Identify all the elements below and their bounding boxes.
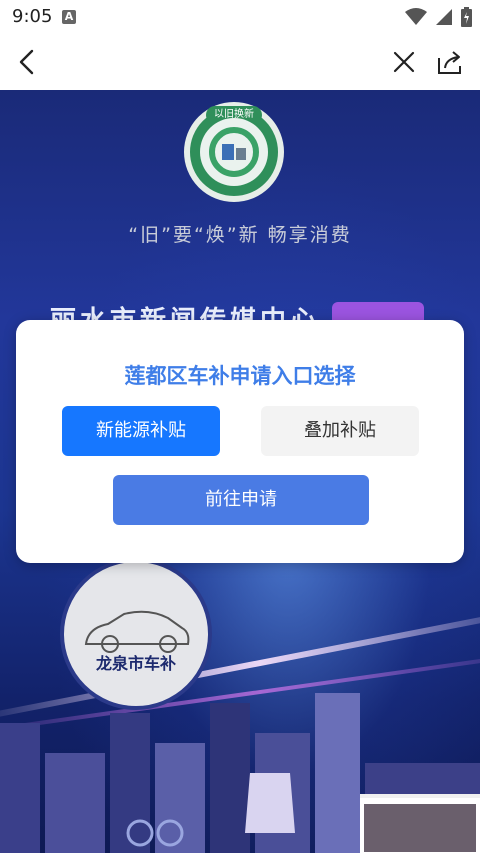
browser-toolbar <box>0 34 480 90</box>
thumbnail-image <box>364 804 476 852</box>
status-time: 9:05 <box>12 6 53 27</box>
close-button[interactable] <box>386 44 422 80</box>
signal-icon <box>436 9 452 25</box>
poster-slogan: “旧”要“焕”新 畅享消费 <box>128 224 352 246</box>
new-energy-subsidy-option[interactable]: 新能源补贴 <box>62 406 220 456</box>
recycle-icon <box>209 127 259 177</box>
car-subsidy-circle[interactable]: 龙泉市车补 <box>60 558 212 710</box>
notification-a-icon: A <box>62 10 76 24</box>
share-button[interactable] <box>432 44 468 80</box>
stacked-subsidy-option[interactable]: 叠加补贴 <box>261 406 419 456</box>
trade-in-badge: 以旧换新 <box>184 102 284 202</box>
subsidy-entry-dialog: 莲都区车补申请入口选择 新能源补贴 叠加补贴 前往申请 <box>16 320 464 563</box>
share-icon <box>438 51 461 74</box>
badge-emblem <box>200 118 268 186</box>
apply-button[interactable]: 前往申请 <box>113 475 369 525</box>
status-icons <box>405 7 472 27</box>
dialog-title: 莲都区车补申请入口选择 <box>124 364 356 388</box>
floating-thumbnail[interactable] <box>360 794 480 853</box>
back-button[interactable] <box>10 44 46 80</box>
close-icon <box>393 51 415 73</box>
chevron-left-icon <box>19 49 34 75</box>
wifi-icon <box>405 8 427 25</box>
status-bar: 9:05 A <box>0 0 480 34</box>
battery-icon <box>461 7 472 27</box>
car-subsidy-caption: 龙泉市车补 <box>95 654 176 673</box>
